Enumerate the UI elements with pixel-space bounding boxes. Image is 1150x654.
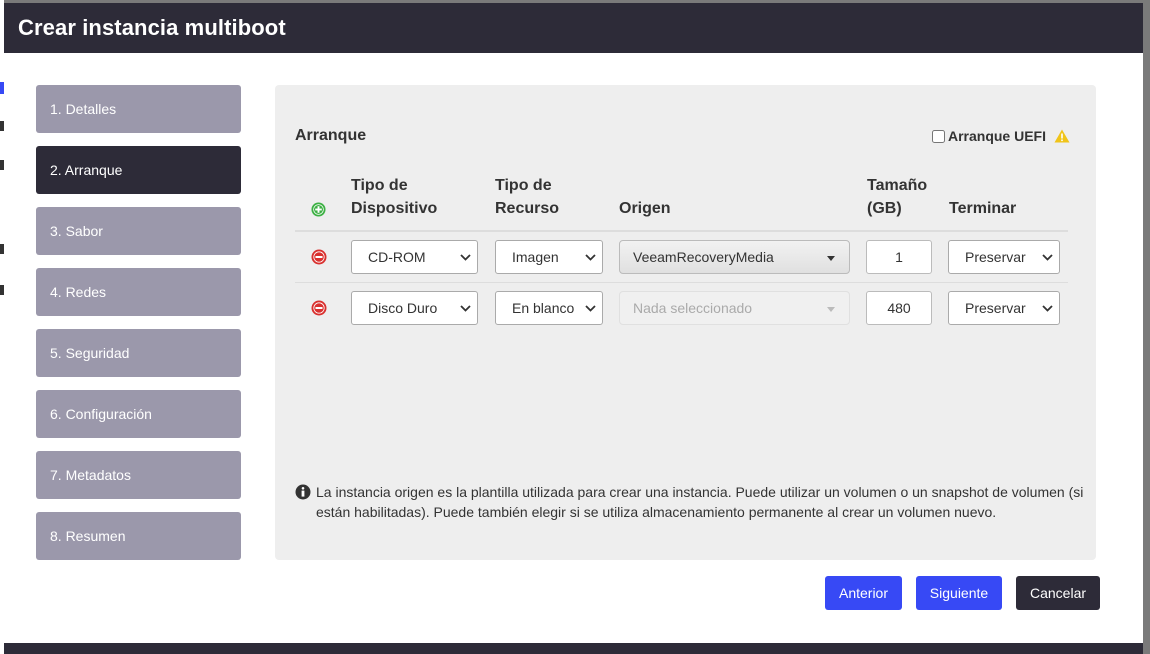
dialog-header: Crear instancia multiboot xyxy=(4,3,1143,53)
size-input[interactable]: 480 xyxy=(866,291,932,325)
boot-devices-table: Tipo de Dispositivo Tipo de Recurso Orig… xyxy=(295,175,1068,334)
info-note: La instancia origen es la plantilla util… xyxy=(295,482,1085,522)
step-metadata[interactable]: 7. Metadatos xyxy=(36,451,241,499)
remove-device-icon[interactable] xyxy=(311,249,327,265)
step-label: 5. Seguridad xyxy=(50,345,130,361)
column-size: Tamaño (GB) xyxy=(867,177,928,217)
table-header: Tipo de Dispositivo Tipo de Recurso Orig… xyxy=(295,175,1068,232)
terminate-select[interactable]: Preservar xyxy=(948,240,1060,274)
warning-icon xyxy=(1054,129,1070,143)
device-type-select[interactable]: Disco Duro xyxy=(351,291,478,325)
chevron-down-icon xyxy=(585,254,596,261)
previous-button-label: Anterior xyxy=(838,585,889,601)
step-label: 2. Arranque xyxy=(50,162,123,178)
chevron-down-icon xyxy=(460,254,471,261)
previous-button[interactable]: Anterior xyxy=(825,576,902,610)
uefi-option: Arranque UEFI xyxy=(931,128,1070,144)
uefi-checkbox[interactable] xyxy=(931,129,945,143)
size-value: 480 xyxy=(887,300,911,316)
column-resource-type: Tipo de Recurso xyxy=(495,177,560,217)
uefi-label: Arranque UEFI xyxy=(947,128,1046,144)
info-icon xyxy=(295,484,311,500)
chevron-down-icon xyxy=(585,305,596,312)
table-row: CD-ROM Imagen VeeamRecoveryMedia 1 Prese… xyxy=(295,232,1068,283)
size-input[interactable]: 1 xyxy=(866,240,932,274)
resource-type-select[interactable]: Imagen xyxy=(495,240,603,274)
cancel-button[interactable]: Cancelar xyxy=(1016,576,1100,610)
cancel-button-label: Cancelar xyxy=(1029,585,1087,601)
resource-type-select[interactable]: En blanco xyxy=(495,291,603,325)
step-label: 6. Configuración xyxy=(50,406,152,422)
origin-picker[interactable]: VeeamRecoveryMedia xyxy=(619,240,850,274)
device-type-value: Disco Duro xyxy=(368,300,438,316)
column-device-type: Tipo de Dispositivo xyxy=(351,177,438,217)
step-flavor[interactable]: 3. Sabor xyxy=(36,207,241,255)
table-row: Disco Duro En blanco Nada seleccionado 4… xyxy=(295,283,1068,334)
background-footer xyxy=(4,643,1143,654)
chevron-down-icon xyxy=(1042,305,1053,312)
step-networks[interactable]: 4. Redes xyxy=(36,268,241,316)
step-configuration[interactable]: 6. Configuración xyxy=(36,390,241,438)
column-terminate: Terminar xyxy=(949,200,1017,217)
step-label: 3. Sabor xyxy=(50,223,103,239)
origin-value: Nada seleccionado xyxy=(633,300,753,316)
info-text: La instancia origen es la plantilla util… xyxy=(316,484,1084,520)
remove-device-icon[interactable] xyxy=(311,300,327,316)
resource-type-value: Imagen xyxy=(512,249,559,265)
origin-picker: Nada seleccionado xyxy=(619,291,850,325)
terminate-value: Preservar xyxy=(965,300,1026,316)
step-label: 7. Metadatos xyxy=(50,467,131,483)
terminate-select[interactable]: Preservar xyxy=(948,291,1060,325)
step-label: 8. Resumen xyxy=(50,528,126,544)
wizard-steps: 1. Detalles 2. Arranque 3. Sabor 4. Rede… xyxy=(36,85,241,573)
chevron-down-icon xyxy=(1042,254,1053,261)
origin-value: VeeamRecoveryMedia xyxy=(633,249,774,265)
device-type-value: CD-ROM xyxy=(368,249,426,265)
size-value: 1 xyxy=(895,249,903,265)
resource-type-value: En blanco xyxy=(512,300,574,316)
step-details[interactable]: 1. Detalles xyxy=(36,85,241,133)
chevron-down-icon xyxy=(460,305,471,312)
step-summary[interactable]: 8. Resumen xyxy=(36,512,241,560)
next-button-label: Siguiente xyxy=(929,585,989,601)
device-type-select[interactable]: CD-ROM xyxy=(351,240,478,274)
step-label: 1. Detalles xyxy=(50,101,117,117)
step-security[interactable]: 5. Seguridad xyxy=(36,329,241,377)
next-button[interactable]: Siguiente xyxy=(916,576,1002,610)
column-origin: Origen xyxy=(619,200,671,217)
panel-title: Arranque xyxy=(295,127,367,144)
boot-panel: Arranque Arranque UEFI Tipo de Dispositi… xyxy=(275,85,1096,560)
terminate-value: Preservar xyxy=(965,249,1026,265)
caret-down-icon xyxy=(827,307,835,312)
caret-down-icon xyxy=(827,256,835,261)
dialog-title: Crear instancia multiboot xyxy=(18,15,286,40)
step-boot[interactable]: 2. Arranque xyxy=(36,146,241,194)
add-device-icon[interactable] xyxy=(311,202,326,217)
step-label: 4. Redes xyxy=(50,284,107,300)
